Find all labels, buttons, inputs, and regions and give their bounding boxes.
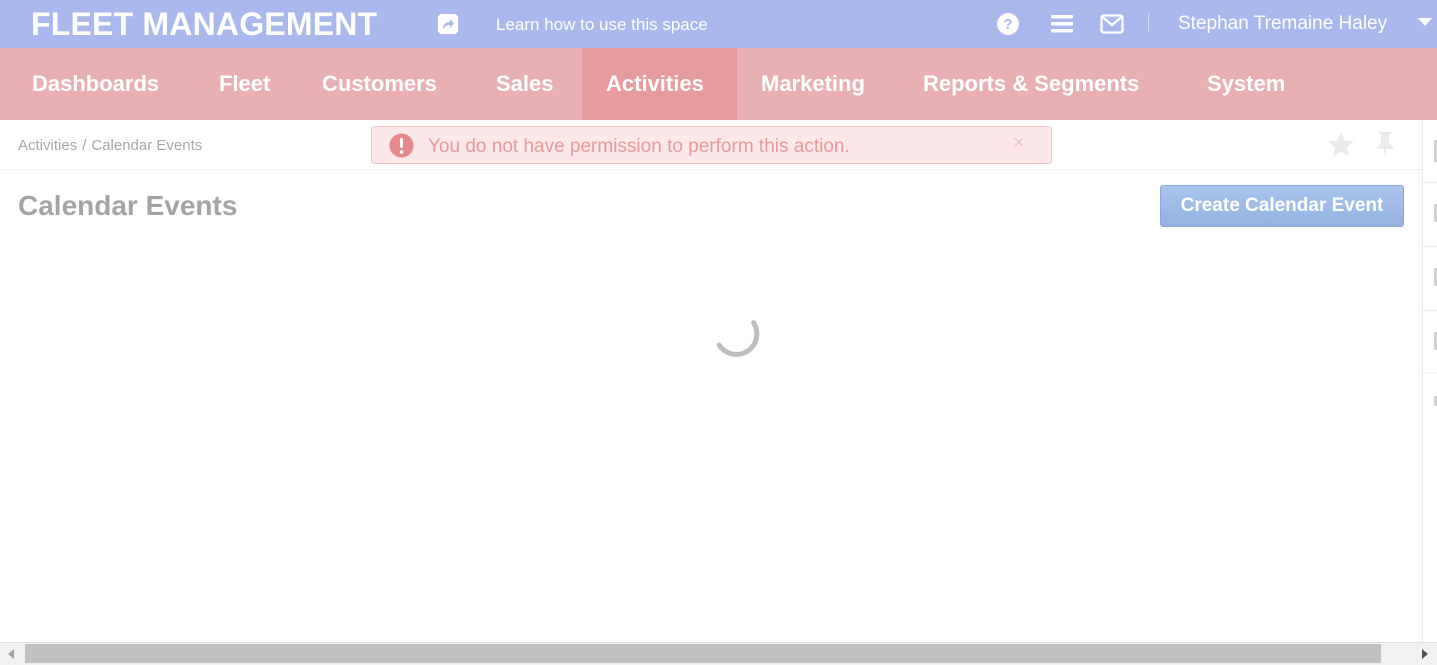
help-icon[interactable]: ? [996, 12, 1020, 36]
permission-alert: You do not have permission to perform th… [371, 126, 1052, 164]
rail-divider [1423, 246, 1437, 247]
rail-divider [1423, 372, 1437, 373]
header-divider [0, 169, 1422, 170]
user-menu[interactable]: Stephan Tremaine Haley [1178, 13, 1387, 35]
menu-icon[interactable] [1050, 12, 1074, 36]
nav-fleet[interactable]: Fleet [195, 48, 298, 120]
error-icon [389, 133, 414, 158]
rail-divider [1423, 310, 1437, 311]
nav-system[interactable]: System [1182, 48, 1322, 120]
top-bar: FLEET MANAGEMENT Learn how to use this s… [0, 0, 1437, 48]
scroll-left-icon[interactable] [8, 649, 14, 659]
nav-reports-segments[interactable]: Reports & Segments [898, 48, 1182, 120]
caret-down-icon[interactable] [1418, 18, 1432, 26]
loading-spinner-icon [716, 320, 760, 357]
rail-divider [1423, 182, 1437, 183]
nav-customers[interactable]: Customers [298, 48, 471, 120]
main-nav: Dashboards Fleet Customers Sales Activit… [0, 48, 1437, 120]
nav-dashboards[interactable]: Dashboards [0, 48, 195, 120]
learn-link[interactable]: Learn how to use this space [496, 15, 708, 35]
alert-message: You do not have permission to perform th… [428, 136, 850, 157]
nav-marketing[interactable]: Marketing [737, 48, 898, 120]
scrollbar-thumb[interactable] [25, 644, 1381, 663]
star-icon[interactable] [1326, 130, 1356, 160]
nav-activities[interactable]: Activities [582, 48, 737, 120]
breadcrumb-parent[interactable]: Activities [18, 137, 77, 154]
mail-icon[interactable] [1100, 12, 1124, 36]
breadcrumb-current: Calendar Events [91, 137, 203, 154]
breadcrumb: Activities / Calendar Events [18, 137, 202, 154]
create-calendar-event-button[interactable]: Create Calendar Event [1160, 185, 1404, 227]
topbar-divider [1148, 13, 1149, 31]
pin-icon[interactable] [1372, 130, 1398, 160]
svg-text:?: ? [1003, 16, 1012, 33]
nav-sales[interactable]: Sales [471, 48, 582, 120]
horizontal-scrollbar[interactable] [0, 642, 1437, 665]
app-brand[interactable]: FLEET MANAGEMENT [31, 6, 377, 43]
close-icon[interactable]: × [1013, 132, 1025, 155]
right-side-panel[interactable] [1422, 120, 1437, 642]
page-title: Calendar Events [18, 190, 238, 221]
share-icon[interactable] [437, 13, 459, 35]
scroll-right-icon[interactable] [1422, 649, 1428, 659]
breadcrumb-separator: / [82, 137, 87, 154]
